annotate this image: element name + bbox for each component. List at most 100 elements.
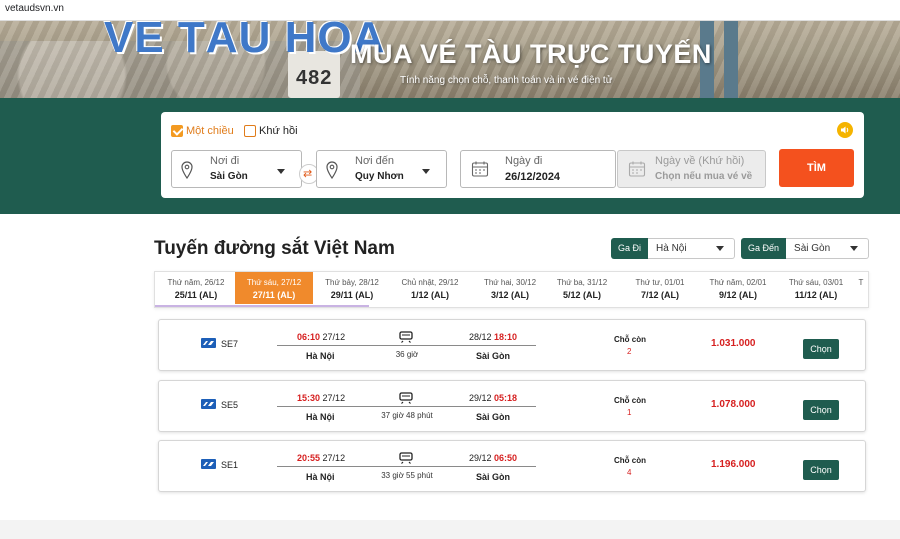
train-code: SE1: [221, 460, 239, 470]
one-way-label: Một chiều: [186, 125, 234, 137]
choose-button[interactable]: Chọn: [803, 400, 839, 420]
destination-value: Quy Nhơn: [355, 171, 404, 182]
choose-button[interactable]: Chọn: [803, 339, 839, 359]
ticket-price: 1.031.000: [711, 338, 756, 349]
date-tab-lunar: 25/11 (AL): [174, 290, 218, 300]
arr-date: 29/12: [469, 393, 492, 403]
ga-di-value-box[interactable]: Hà Nội: [648, 238, 736, 259]
date-tab-lunar: 11/12 (AL): [794, 290, 838, 300]
arrival-station-select[interactable]: Ga Đến Sài Gòn: [741, 238, 870, 259]
date-tab[interactable]: Thứ năm, 02/01 9/12 (AL): [699, 272, 777, 304]
ticket-price: 1.196.000: [711, 459, 756, 470]
ga-di-tag: Ga Đi: [611, 238, 649, 259]
date-tab-day: Chủ nhật, 29/12: [401, 278, 459, 287]
date-tab-active[interactable]: Thứ sáu, 27/12 27/11 (AL): [235, 272, 313, 304]
ga-den-value-box[interactable]: Sài Gòn: [786, 238, 870, 259]
arrival-time: 29/12 06:50: [469, 453, 517, 463]
route-line: [277, 466, 536, 467]
search-section: Một chiều Khứ hồi Nơi đi Sài Gòn ⇄ Nơi đ…: [0, 98, 900, 214]
date-tab[interactable]: Thứ hai, 30/12 3/12 (AL): [471, 272, 549, 304]
date-tab-lunar: 29/11 (AL): [330, 290, 374, 300]
date-tab-lunar: 3/12 (AL): [490, 290, 529, 300]
one-way-checkbox[interactable]: [171, 125, 183, 137]
ga-den-value: Sài Gòn: [794, 243, 831, 254]
seats-count: 4: [627, 468, 632, 477]
dep-time: 15:30: [297, 393, 321, 403]
vnr-logo-icon: [201, 459, 216, 469]
arrival-time: 28/12 18:10: [469, 332, 517, 342]
train-icon: [399, 452, 413, 464]
date-tab-lunar: 7/12 (AL): [640, 290, 679, 300]
date-tab-day: Thứ bảy, 28/12: [325, 278, 379, 287]
origin-station: Hà Nội: [306, 412, 335, 422]
location-pin-icon: [326, 161, 338, 179]
departure-time: 15:30 27/12: [297, 393, 345, 403]
address-bar[interactable]: vetaudsvn.vn: [0, 0, 900, 21]
dep-date: 27/12: [322, 453, 346, 463]
departure-date-field[interactable]: Ngày đi 26/12/2024: [460, 150, 616, 188]
date-tab-lunar: 27/11 (AL): [252, 290, 296, 300]
calendar-icon: [628, 161, 646, 177]
destination-station: Sài Gòn: [476, 412, 511, 422]
calendar-icon: [471, 161, 489, 177]
page-footer-area: [0, 520, 900, 539]
train-card: SE1 20:55 27/12 29/12 06:50 33 giờ 55 ph…: [158, 440, 866, 492]
train-code: SE7: [221, 339, 239, 349]
date-tabs: Thứ năm, 26/12 25/11 (AL) Thứ sáu, 27/12 2…: [154, 271, 869, 308]
date-tab[interactable]: Thứ bảy, 28/12 29/11 (AL): [313, 272, 391, 304]
vnr-logo-icon: [201, 338, 216, 348]
train-icon: [399, 392, 413, 404]
origin-select[interactable]: Nơi đi Sài Gòn: [171, 150, 302, 188]
tab-scroll-indicator: [155, 305, 369, 307]
site-logo-text: VÉ TÀU HỎA: [104, 21, 386, 62]
arr-date: 29/12: [469, 453, 492, 463]
chevron-down-icon: [850, 246, 859, 251]
date-tab[interactable]: Thứ tư, 01/01 7/12 (AL): [621, 272, 699, 304]
round-trip-label: Khứ hồi: [259, 125, 298, 137]
chevron-down-icon: [277, 169, 285, 174]
km-post-number: 482: [296, 67, 333, 89]
date-tab[interactable]: Thứ sáu, 03/01 11/12 (AL): [777, 272, 855, 304]
search-button[interactable]: TÌM: [779, 149, 854, 187]
date-tab[interactable]: Chủ nhật, 29/12 1/12 (AL): [391, 272, 469, 304]
dep-date: 27/12: [322, 332, 346, 342]
origin-label: Nơi đi: [210, 155, 240, 167]
trip-duration: 36 giờ: [395, 350, 419, 359]
banner-headline: MUA VÉ TÀU TRỰC TUYẾN: [350, 39, 712, 69]
one-way-option[interactable]: Một chiều: [171, 124, 234, 138]
swap-icon: ⇄: [303, 168, 313, 180]
ga-den-tag: Ga Đến: [741, 238, 787, 259]
departure-station-select[interactable]: Ga Đi Hà Nội: [611, 238, 736, 259]
round-trip-checkbox[interactable]: [244, 125, 256, 137]
destination-select[interactable]: Nơi đến Quy Nhơn: [316, 150, 447, 188]
date-tab-lunar: 5/12 (AL): [562, 290, 601, 300]
departure-date-value: 26/12/2024: [505, 171, 561, 183]
destination-station: Sài Gòn: [476, 472, 511, 482]
date-tab[interactable]: T: [853, 272, 868, 304]
train-code: SE5: [221, 400, 239, 410]
date-tab-day: T: [858, 278, 864, 287]
date-tab[interactable]: Thứ năm, 26/12 25/11 (AL): [157, 272, 235, 304]
seats-count: 1: [627, 408, 632, 417]
departure-time: 06:10 27/12: [297, 332, 345, 342]
round-trip-option[interactable]: Khứ hồi: [244, 124, 298, 138]
date-tab-day: Thứ hai, 30/12: [483, 278, 537, 287]
date-tab-day: Thứ sáu, 27/12: [246, 278, 302, 287]
seats-label: Chỗ còn: [614, 335, 646, 344]
seats-label: Chỗ còn: [614, 456, 646, 465]
choose-button[interactable]: Chọn: [803, 460, 839, 480]
ticket-price: 1.078.000: [711, 399, 756, 410]
arr-time: 05:18: [494, 393, 518, 403]
route-line: [277, 406, 536, 407]
route-line: [277, 345, 536, 346]
arr-date: 28/12: [469, 332, 492, 342]
hero-banner: 482 VÉ TÀU HỎA MUA VÉ TÀU TRỰC TUYẾN Tín…: [0, 21, 900, 98]
date-tab-day: Thứ năm, 02/01: [709, 278, 767, 287]
sound-icon[interactable]: [837, 122, 853, 138]
dep-date: 27/12: [322, 393, 346, 403]
date-tab-day: Thứ ba, 31/12: [556, 278, 608, 287]
return-date-field[interactable]: Ngày về (Khứ hồi) Chọn nếu mua vé về: [617, 150, 766, 188]
date-tab[interactable]: Thứ ba, 31/12 5/12 (AL): [543, 272, 621, 304]
origin-value: Sài Gòn: [210, 171, 248, 182]
date-tab-day: Thứ sáu, 03/01: [788, 278, 844, 287]
